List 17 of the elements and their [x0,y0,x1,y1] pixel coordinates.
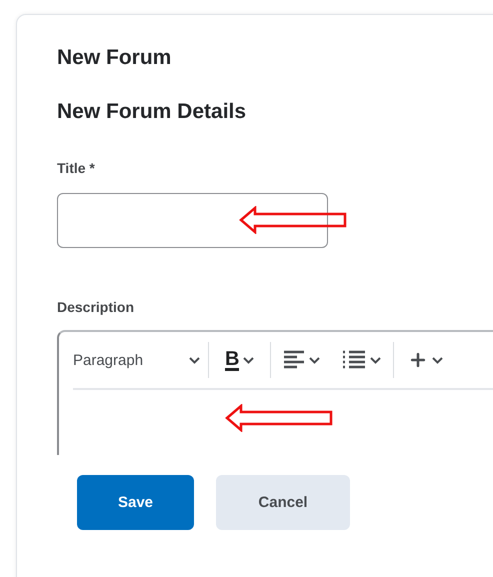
caret-icon [370,356,382,364]
caret-icon [309,356,320,364]
bold-button[interactable]: B [209,343,270,377]
section-title: New Forum Details [57,99,248,125]
caret-icon [189,356,200,364]
align-left-icon [283,350,306,370]
format-dropdown[interactable]: Paragraph [73,343,208,377]
cancel-button[interactable]: Cancel [216,475,350,530]
field-label: Description [57,298,136,316]
description-editor[interactable]: Paragraph B [57,330,493,455]
list-icon [342,350,366,370]
caret-icon [243,356,254,364]
caret-icon [432,356,444,364]
title-input[interactable] [57,193,328,248]
save-button[interactable]: Save [77,475,194,530]
field-label: Title * [57,159,96,177]
dialog-title: New Forum [57,45,172,71]
